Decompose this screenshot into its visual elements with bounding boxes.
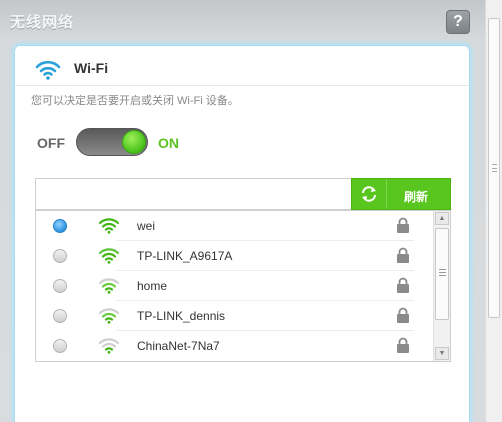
lock-icon <box>397 337 409 353</box>
title-divider <box>15 85 469 86</box>
panel-title: Wi-Fi <box>74 60 109 76</box>
app-title: 无线网络 <box>10 14 75 31</box>
wifi-icon <box>35 60 61 80</box>
lock-icon <box>397 247 409 263</box>
list-item[interactable]: ChinaNet-7Na7 <box>36 331 432 361</box>
refresh-label: 刷新 <box>404 190 429 204</box>
network-radio[interactable] <box>53 339 67 353</box>
window-scrollbar-thumb[interactable] <box>488 18 500 318</box>
network-list: wei TP-LINK_A9617A home TP-LINK_dennis C… <box>35 210 451 362</box>
list-scrollbar[interactable]: ▲ ▼ <box>433 211 450 361</box>
wifi-toggle[interactable] <box>76 128 148 156</box>
list-scrollbar-thumb[interactable] <box>435 228 449 320</box>
list-item[interactable]: TP-LINK_dennis <box>36 301 432 331</box>
toggle-knob[interactable] <box>122 130 146 154</box>
network-radio[interactable] <box>53 309 67 323</box>
network-radio[interactable] <box>53 279 67 293</box>
refresh-icon <box>362 186 376 202</box>
window-scrollbar[interactable] <box>485 0 502 422</box>
network-ssid: wei <box>137 219 156 233</box>
scroll-down-icon[interactable]: ▼ <box>435 347 449 360</box>
scroll-up-icon[interactable]: ▲ <box>435 212 449 225</box>
search-input[interactable] <box>35 178 351 210</box>
network-ssid: TP-LINK_A9617A <box>137 249 233 263</box>
toggle-on-label: ON <box>158 135 179 151</box>
wifi-signal-icon <box>98 338 120 354</box>
wifi-panel: Wi-Fi 您可以决定是否要开启或关闭 Wi-Fi 设备。 OFF ON 刷新 … <box>14 45 470 422</box>
question-icon: ? <box>453 13 463 30</box>
network-radio[interactable] <box>53 249 67 263</box>
wifi-signal-icon <box>98 248 120 264</box>
wifi-signal-icon <box>98 308 120 324</box>
refresh-button[interactable]: 刷新 <box>351 178 451 210</box>
lock-icon <box>397 217 409 233</box>
list-item[interactable]: wei <box>36 211 432 241</box>
lock-icon <box>397 307 409 323</box>
lock-icon <box>397 277 409 293</box>
network-ssid: TP-LINK_dennis <box>137 309 226 323</box>
panel-description: 您可以决定是否要开启或关闭 Wi-Fi 设备。 <box>31 95 239 107</box>
list-item[interactable]: TP-LINK_A9617A <box>36 241 432 271</box>
help-button[interactable]: ? <box>446 10 470 34</box>
list-item[interactable]: home <box>36 271 432 301</box>
toggle-off-label: OFF <box>37 135 65 151</box>
network-ssid: home <box>137 279 168 293</box>
wifi-signal-icon <box>98 218 120 234</box>
network-radio[interactable] <box>53 219 67 233</box>
wifi-signal-icon <box>98 278 120 294</box>
network-ssid: ChinaNet-7Na7 <box>137 339 220 353</box>
